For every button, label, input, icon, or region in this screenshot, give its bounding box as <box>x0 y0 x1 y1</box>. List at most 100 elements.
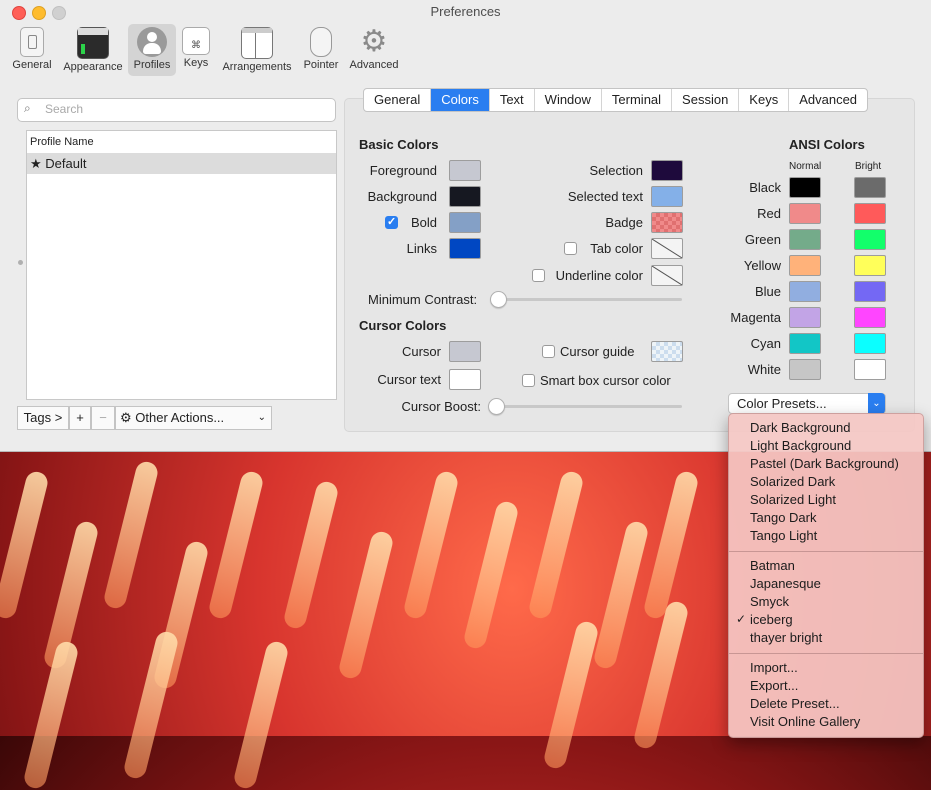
menu-item-tango-dark[interactable]: Tango Dark <box>750 510 816 525</box>
ansi-red-normal-well[interactable] <box>789 203 821 224</box>
menu-item-export[interactable]: Export... <box>750 678 798 693</box>
ansi-blue-normal-well[interactable] <box>789 281 821 302</box>
close-button[interactable] <box>12 6 26 20</box>
cursor-guide-checkbox[interactable] <box>542 345 555 358</box>
switch-icon <box>20 27 44 57</box>
menu-item-solarized-light[interactable]: Solarized Light <box>750 492 836 507</box>
menu-separator <box>729 551 923 552</box>
window-icon <box>77 27 109 59</box>
menu-item-smyck[interactable]: Smyck <box>750 594 789 609</box>
menu-item-pastel-dark-background[interactable]: Pastel (Dark Background) <box>750 456 899 471</box>
ansi-cyan-normal-well[interactable] <box>789 333 821 354</box>
other-actions-button[interactable]: ⚙ Other Actions... ⌄ <box>115 406 272 430</box>
cursor-color-well[interactable] <box>449 341 481 362</box>
bold-checkbox[interactable] <box>385 215 398 229</box>
background-color-well[interactable] <box>449 186 481 207</box>
underline-color-checkbox[interactable] <box>532 269 545 282</box>
smart-box-cursor-checkbox[interactable] <box>522 374 535 387</box>
profile-name-column-header[interactable]: Profile Name <box>27 131 336 154</box>
cursor-text-color-well[interactable] <box>449 369 481 390</box>
ansi-white-normal-well[interactable] <box>789 359 821 380</box>
ansi-red-bright-well[interactable] <box>854 203 886 224</box>
ansi-yellow-bright-well[interactable] <box>854 255 886 276</box>
chevron-down-icon: ⌄ <box>868 393 885 414</box>
menu-item-delete-preset[interactable]: Delete Preset... <box>750 696 840 711</box>
foreground-label: Foreground <box>369 163 437 178</box>
chevron-down-icon: ⌄ <box>257 412 266 423</box>
cursor-boost-label: Cursor Boost: <box>401 399 481 414</box>
minimum-contrast-slider[interactable] <box>492 298 682 301</box>
cursor-boost-knob[interactable] <box>488 398 505 415</box>
profile-search-input[interactable]: ⌕ Search <box>17 98 336 122</box>
split-handle[interactable] <box>18 260 23 265</box>
ansi-white-bright-well[interactable] <box>854 359 886 380</box>
menu-item-light-background[interactable]: Light Background <box>750 438 851 453</box>
tab-colors[interactable]: Colors <box>431 89 490 111</box>
underline-color-well[interactable] <box>651 265 683 286</box>
ansi-green-label: Green <box>744 232 781 247</box>
ansi-green-bright-well[interactable] <box>854 229 886 250</box>
add-profile-button[interactable]: + <box>69 406 91 430</box>
selected-text-color-well[interactable] <box>651 186 683 207</box>
ansi-magenta-normal-well[interactable] <box>789 307 821 328</box>
remove-profile-button[interactable]: − <box>91 406 115 430</box>
foreground-color-well[interactable] <box>449 160 481 181</box>
menu-item-import[interactable]: Import... <box>750 660 798 675</box>
toolbar-appearance[interactable]: Appearance <box>58 24 128 76</box>
tab-advanced[interactable]: Advanced <box>789 89 867 111</box>
ansi-cyan-bright-well[interactable] <box>854 333 886 354</box>
ansi-green-normal-well[interactable] <box>789 229 821 250</box>
minimize-button[interactable] <box>32 6 46 20</box>
color-presets-menu: Dark Background Light Background Pastel (D… <box>728 413 924 738</box>
toolbar-arrangements[interactable]: Arrangements <box>218 24 296 76</box>
ansi-black-normal-well[interactable] <box>789 177 821 198</box>
cursor-boost-slider[interactable] <box>490 405 682 408</box>
selection-color-well[interactable] <box>651 160 683 181</box>
tab-session[interactable]: Session <box>672 89 740 111</box>
toolbar-general[interactable]: General <box>8 24 56 76</box>
tab-text[interactable]: Text <box>490 89 535 111</box>
ansi-magenta-bright-well[interactable] <box>854 307 886 328</box>
menu-item-thayer-bright[interactable]: thayer bright <box>750 630 822 645</box>
toolbar-keys[interactable]: ⌘ Keys <box>178 24 214 76</box>
menu-item-visit-online-gallery[interactable]: Visit Online Gallery <box>750 714 860 729</box>
links-color-well[interactable] <box>449 238 481 259</box>
toolbar-pointer[interactable]: Pointer <box>298 24 344 76</box>
minimum-contrast-knob[interactable] <box>490 291 507 308</box>
color-presets-popup[interactable]: Color Presets... ⌄ <box>728 393 886 414</box>
smart-box-cursor-label: Smart box cursor color <box>540 373 671 388</box>
tab-general[interactable]: General <box>364 89 432 111</box>
tab-keys[interactable]: Keys <box>739 89 790 111</box>
ansi-black-bright-well[interactable] <box>854 177 886 198</box>
background-label: Background <box>367 189 437 204</box>
tab-terminal[interactable]: Terminal <box>602 89 673 111</box>
ansi-blue-bright-well[interactable] <box>854 281 886 302</box>
ansi-yellow-normal-well[interactable] <box>789 255 821 276</box>
menu-item-dark-background[interactable]: Dark Background <box>750 420 850 435</box>
menu-item-batman[interactable]: Batman <box>750 558 795 573</box>
tab-color-checkbox[interactable] <box>564 242 577 255</box>
menu-item-tango-light[interactable]: Tango Light <box>750 528 817 543</box>
normal-column-label: Normal <box>789 161 822 172</box>
ansi-black-label: Black <box>749 180 781 195</box>
bright-column-label: Bright <box>855 161 882 172</box>
menu-item-solarized-dark[interactable]: Solarized Dark <box>750 474 835 489</box>
ansi-colors-header: ANSI Colors <box>789 137 865 152</box>
bold-color-well[interactable] <box>449 212 481 233</box>
tab-window[interactable]: Window <box>535 89 602 111</box>
tags-button[interactable]: Tags > <box>17 406 69 430</box>
zoom-button[interactable] <box>52 6 66 20</box>
toolbar-profiles[interactable]: Profiles <box>128 24 176 76</box>
ansi-red-label: Red <box>757 206 781 221</box>
menu-item-japanesque[interactable]: Japanesque <box>750 576 821 591</box>
table-row[interactable]: ★ Default <box>27 154 336 174</box>
toolbar-advanced[interactable]: ⚙ Advanced <box>346 24 402 76</box>
keyboard-icon: ⌘ <box>182 27 210 55</box>
tab-color-well[interactable] <box>651 238 683 259</box>
no-color-icon <box>651 265 683 286</box>
cursor-guide-color-well[interactable] <box>651 341 683 362</box>
bold-label: Bold <box>410 215 437 230</box>
badge-color-well[interactable] <box>651 212 683 233</box>
tab-color-label: Tab color <box>590 241 643 256</box>
menu-item-iceberg[interactable]: iceberg <box>750 612 793 627</box>
